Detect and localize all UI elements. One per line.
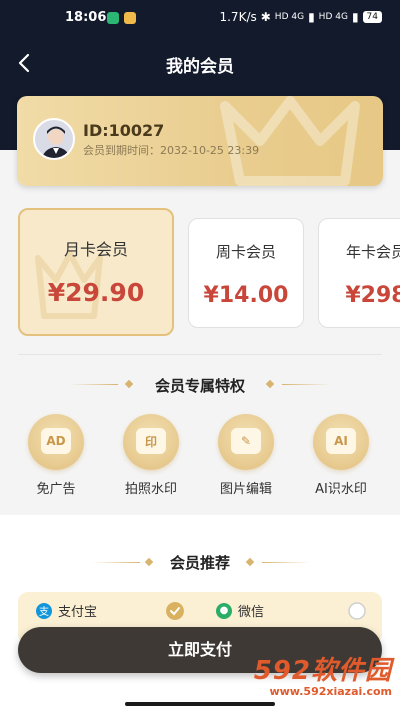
watermark-url: www.592xiazai.com — [269, 685, 392, 698]
radio-unchecked-icon[interactable] — [348, 602, 366, 620]
expire-info: 会员到期时间：2032-10-25 23:39 — [83, 142, 259, 158]
plan-name: 月卡会员 — [63, 240, 128, 259]
plan-name: 年卡会员 — [345, 243, 400, 261]
payment-label: 支付宝 — [58, 605, 98, 620]
status-time: 18:06 — [65, 10, 107, 25]
home-indicator — [125, 702, 275, 706]
privilege-label: AI识水印 — [315, 482, 367, 497]
bluetooth-icon: ✱ — [260, 10, 271, 24]
page-title: 我的会员 — [166, 57, 234, 77]
privileges-title: 会员专属特权 — [154, 377, 245, 395]
plan-price: ¥14.00 — [203, 283, 289, 308]
camera-watermark-icon: 印 — [123, 414, 179, 470]
expire-time: 2032-10-25 23:39 — [160, 144, 260, 157]
privilege-item-ai-watermark[interactable]: AI AI识水印 — [305, 414, 377, 497]
member-card: ID:10027 会员到期时间：2032-10-25 23:39 — [17, 96, 383, 186]
plan-card-weekly[interactable]: 周卡会员 ¥14.00 — [188, 218, 304, 328]
privilege-item-image-edit[interactable]: ✎ 图片编辑 — [210, 414, 282, 497]
plan-price: ¥29.90 — [47, 278, 145, 307]
network-speed: 1.7K/s — [219, 10, 257, 24]
status-right: 1.7K/s ✱ HD 4G ▮ HD 4G ▮ 74 — [219, 10, 382, 24]
avatar — [33, 118, 75, 160]
wechat-icon: ● — [216, 602, 232, 619]
signal-1-icon: HD 4G — [274, 12, 305, 22]
payment-option-alipay[interactable]: 支 支付宝 — [36, 601, 97, 620]
payment-label: 微信 — [238, 605, 265, 620]
divider — [18, 354, 382, 355]
title-line-right — [262, 562, 310, 563]
crown-watermark-icon — [220, 96, 360, 186]
signal-2-icon: HD 4G — [318, 12, 348, 22]
ad-free-icon: AD — [28, 414, 84, 470]
plan-list: 月卡会员 ¥29.90 周卡会员 ¥14.00 年卡会员 ¥298 — [0, 208, 400, 338]
privilege-item-camera-watermark[interactable]: 印 拍照水印 — [115, 414, 187, 497]
recommend-title: 会员推荐 — [169, 554, 230, 572]
privilege-label: 免广告 — [36, 482, 76, 497]
payment-option-wechat[interactable]: ● 微信 — [216, 601, 264, 620]
privilege-label: 图片编辑 — [219, 482, 272, 497]
radio-checked-icon[interactable] — [166, 602, 184, 620]
status-bar: 18:06 1.7K/s ✱ HD 4G ▮ HD 4G ▮ 74 — [0, 0, 400, 36]
watermark: 592软件园 www.592xiazai.com — [254, 650, 392, 698]
title-line-right — [282, 384, 330, 385]
plan-name: 周卡会员 — [215, 243, 276, 261]
alipay-icon: 支 — [36, 602, 52, 619]
plan-card-yearly[interactable]: 年卡会员 ¥298 — [318, 218, 400, 328]
privilege-label: 拍照水印 — [124, 482, 177, 497]
watermark-brand: 592软件园 — [253, 656, 392, 686]
expire-label: 会员到期时间： — [83, 144, 160, 157]
privilege-item-ad-free[interactable]: AD 免广告 — [20, 414, 92, 497]
message-notification-icon — [124, 12, 136, 24]
battery-icon: 74 — [362, 11, 382, 23]
signal-bars-icon: ▮ — [308, 10, 315, 24]
plan-price: ¥298 — [345, 283, 400, 308]
app-notification-icon — [107, 12, 119, 24]
signal-bars-2-icon: ▮ — [351, 10, 359, 24]
plan-card-monthly[interactable]: 月卡会员 ¥29.90 — [18, 208, 174, 336]
ai-watermark-icon: AI — [313, 414, 369, 470]
image-edit-icon: ✎ — [218, 414, 274, 470]
user-id: ID:10027 — [83, 121, 165, 140]
